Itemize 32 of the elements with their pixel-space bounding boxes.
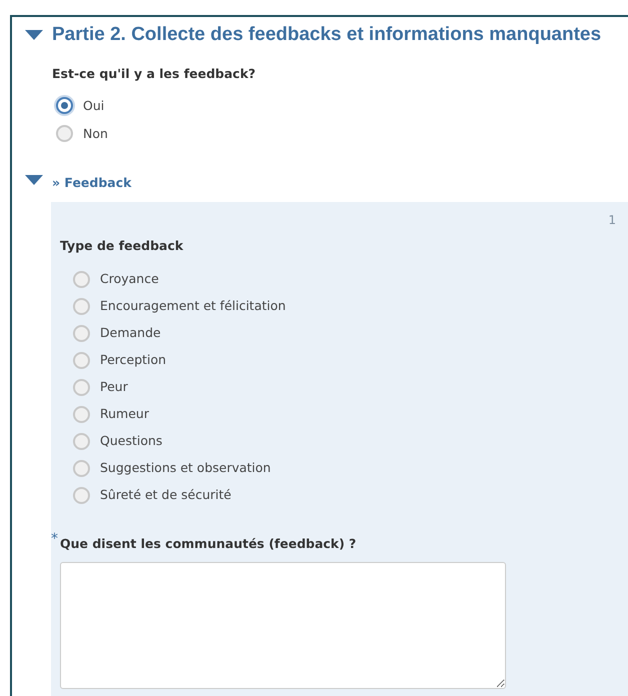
radio-button[interactable] — [73, 324, 90, 342]
radio-button[interactable] — [73, 432, 90, 450]
option-label: Perception — [100, 351, 166, 370]
radio-button[interactable] — [73, 486, 90, 504]
group-title: » Feedback — [52, 174, 132, 192]
collapse-triangle-icon[interactable] — [24, 29, 44, 41]
question-label: Est-ce qu'il y a les feedback? — [52, 65, 257, 83]
option-label: Peur — [100, 378, 128, 396]
option-label: Rumeur — [100, 405, 149, 424]
answer-box[interactable] — [60, 562, 506, 689]
radio-button[interactable] — [73, 378, 90, 396]
option-label: Croyance — [100, 270, 159, 288]
section-title: Partie 2. Collecte des feedbacks et informations manquantes — [52, 23, 602, 47]
question-label: Type de feedback — [60, 236, 184, 255]
radio-button[interactable] — [73, 270, 90, 288]
option-label: Suggestions et observation — [100, 459, 271, 478]
radio-button[interactable] — [73, 406, 90, 423]
option-label: Sûreté et de sécurité — [100, 486, 232, 504]
option-label: Oui — [83, 96, 104, 115]
option-label: Encouragement et félicitation — [100, 297, 286, 316]
radio-button[interactable] — [56, 125, 73, 142]
collapse-triangle-icon[interactable] — [24, 174, 44, 186]
radio-button[interactable] — [56, 97, 73, 114]
radio-button[interactable] — [73, 352, 90, 369]
required-mark: * — [51, 530, 58, 550]
repeat-index: 1 — [608, 212, 616, 228]
question-label: Que disent les communautés (feedback) ? — [60, 535, 358, 554]
option-label: Demande — [100, 324, 161, 342]
option-label: Questions — [100, 432, 162, 450]
option-label: Non — [83, 124, 108, 143]
radio-button[interactable] — [73, 298, 90, 315]
radio-button[interactable] — [73, 460, 90, 477]
